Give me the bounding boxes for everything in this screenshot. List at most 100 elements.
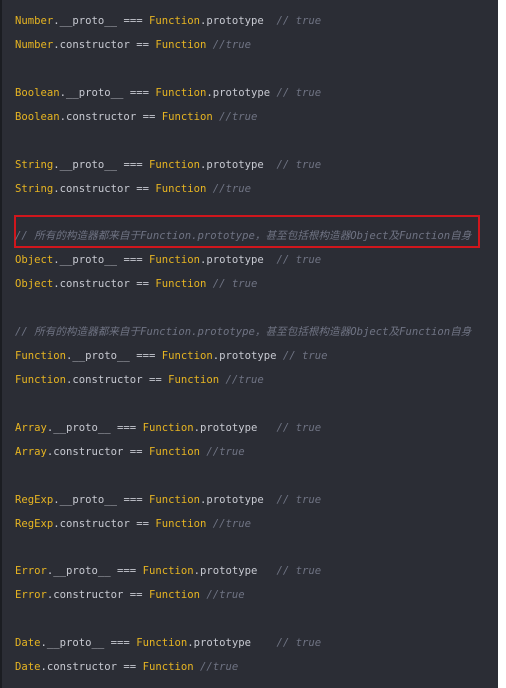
code-text: .constructor == xyxy=(40,661,143,673)
code-text: .__proto__ === xyxy=(53,254,149,266)
code-identifier: Function xyxy=(155,183,207,195)
code-comment: //true xyxy=(206,446,245,458)
code-comment: //true xyxy=(212,39,252,51)
code-identifier: Error xyxy=(15,565,47,577)
code-comment: //true xyxy=(219,111,258,123)
code-comment: //true xyxy=(200,661,239,673)
code-text: .prototype xyxy=(199,159,277,171)
code-text: .prototype xyxy=(206,87,277,99)
code-comment: // true xyxy=(276,494,322,506)
boolean-proto-line: Boolean.__proto__ === Function.prototype… xyxy=(15,85,321,101)
code-identifier: Function xyxy=(15,374,67,386)
code-identifier: Number xyxy=(15,39,54,51)
code-text: .prototype xyxy=(199,254,277,266)
function-proto-line: Function.__proto__ === Function.prototyp… xyxy=(15,348,328,364)
code-identifier: Date xyxy=(15,661,41,673)
code-identifier: Object xyxy=(15,278,54,290)
date-proto-line: Date.__proto__ === Function.prototype //… xyxy=(15,635,321,651)
code-text: .__proto__ === xyxy=(46,422,143,434)
code-identifier: Function xyxy=(142,661,194,673)
code-identifier: Boolean xyxy=(15,111,60,123)
code-comment: // true xyxy=(282,350,328,362)
string-proto-line: String.__proto__ === Function.prototype … xyxy=(15,157,321,173)
code-text: .__proto__ === xyxy=(53,159,149,171)
code-comment: // 所有的构造器都来自于Function.prototype，甚至包括根构造器… xyxy=(15,326,472,338)
page-margin xyxy=(498,0,506,688)
number-proto-line: Number.__proto__ === Function.prototype … xyxy=(15,13,321,29)
code-identifier: Date xyxy=(15,637,41,649)
code-text: .__proto__ === xyxy=(53,494,149,506)
code-comment: // true xyxy=(276,254,322,266)
code-identifier: Function xyxy=(155,518,207,530)
code-text: .prototype xyxy=(193,422,277,434)
array-proto-line: Array.__proto__ === Function.prototype /… xyxy=(15,420,321,436)
code-text: .__proto__ === xyxy=(59,87,156,99)
code-identifier: Function xyxy=(161,350,213,362)
number-constructor-line: Number.constructor == Function //true xyxy=(15,37,251,53)
code-identifier: RegExp xyxy=(15,518,54,530)
code-comment: // true xyxy=(276,565,322,577)
code-identifier: String xyxy=(15,159,54,171)
code-comment: // true xyxy=(212,278,258,290)
code-identifier: Function xyxy=(136,637,188,649)
code-identifier: Function xyxy=(148,589,200,601)
code-comment: //true xyxy=(225,374,264,386)
code-identifier: Function xyxy=(155,39,207,51)
code-text: .constructor == xyxy=(46,446,149,458)
error-constructor-line: Error.constructor == Function //true xyxy=(15,587,245,603)
code-text: .__proto__ === xyxy=(53,15,149,27)
code-comment: // true xyxy=(276,159,322,171)
code-identifier: Object xyxy=(15,254,54,266)
code-identifier: Function xyxy=(155,87,207,99)
code-identifier: Number xyxy=(15,15,54,27)
code-identifier: Function xyxy=(148,446,200,458)
code-comment: //true xyxy=(212,183,252,195)
code-text: .__proto__ === xyxy=(46,565,143,577)
object-constructor-line: Object.constructor == Function // true xyxy=(15,276,257,292)
code-identifier: Function xyxy=(161,111,213,123)
code-text: .constructor == xyxy=(46,589,149,601)
code-text: .constructor == xyxy=(66,374,169,386)
code-identifier: Boolean xyxy=(15,87,60,99)
code-comment: // true xyxy=(276,15,322,27)
code-identifier: Function xyxy=(148,15,200,27)
code-text: .constructor == xyxy=(53,183,156,195)
code-block: Number.__proto__ === Function.prototype … xyxy=(0,0,498,688)
code-text: .constructor == xyxy=(53,518,156,530)
array-constructor-line: Array.constructor == Function //true xyxy=(15,444,245,460)
comment-line: // 所有的构造器都来自于Function.prototype，甚至包括根构造器… xyxy=(15,324,471,340)
code-identifier: Function xyxy=(148,494,200,506)
code-identifier: RegExp xyxy=(15,494,54,506)
code-comment: // true xyxy=(276,87,322,99)
code-text: .constructor == xyxy=(53,39,156,51)
code-text: .prototype xyxy=(212,350,283,362)
code-text: .__proto__ === xyxy=(66,350,162,362)
code-identifier: Function xyxy=(155,278,207,290)
code-text: .prototype xyxy=(199,494,277,506)
code-identifier: Function xyxy=(142,565,194,577)
date-constructor-line: Date.constructor == Function //true xyxy=(15,659,238,675)
code-text: .constructor == xyxy=(59,111,162,123)
code-identifier: Function xyxy=(142,422,194,434)
code-identifier: String xyxy=(15,183,54,195)
string-constructor-line: String.constructor == Function //true xyxy=(15,181,251,197)
object-proto-line: Object.__proto__ === Function.prototype … xyxy=(15,252,321,268)
error-proto-line: Error.__proto__ === Function.prototype /… xyxy=(15,563,321,579)
code-comment: //true xyxy=(212,518,252,530)
code-text: .constructor == xyxy=(53,278,156,290)
regexp-constructor-line: RegExp.constructor == Function //true xyxy=(15,516,251,532)
code-comment: //true xyxy=(206,589,245,601)
code-text: .prototype xyxy=(193,565,277,577)
code-text: .__proto__ === xyxy=(40,637,137,649)
code-identifier: Array xyxy=(15,422,47,434)
code-comment: // true xyxy=(276,422,322,434)
regexp-proto-line: RegExp.__proto__ === Function.prototype … xyxy=(15,492,321,508)
function-constructor-line: Function.constructor == Function //true xyxy=(15,372,264,388)
code-comment: // 所有的构造器都来自于Function.prototype，甚至包括根构造器… xyxy=(15,230,472,242)
code-identifier: Function xyxy=(15,350,67,362)
code-identifier: Function xyxy=(148,159,200,171)
comment-highlighted-line: // 所有的构造器都来自于Function.prototype，甚至包括根构造器… xyxy=(15,228,471,244)
code-identifier: Error xyxy=(15,589,47,601)
code-text: .prototype xyxy=(187,637,277,649)
code-text: .prototype xyxy=(199,15,277,27)
